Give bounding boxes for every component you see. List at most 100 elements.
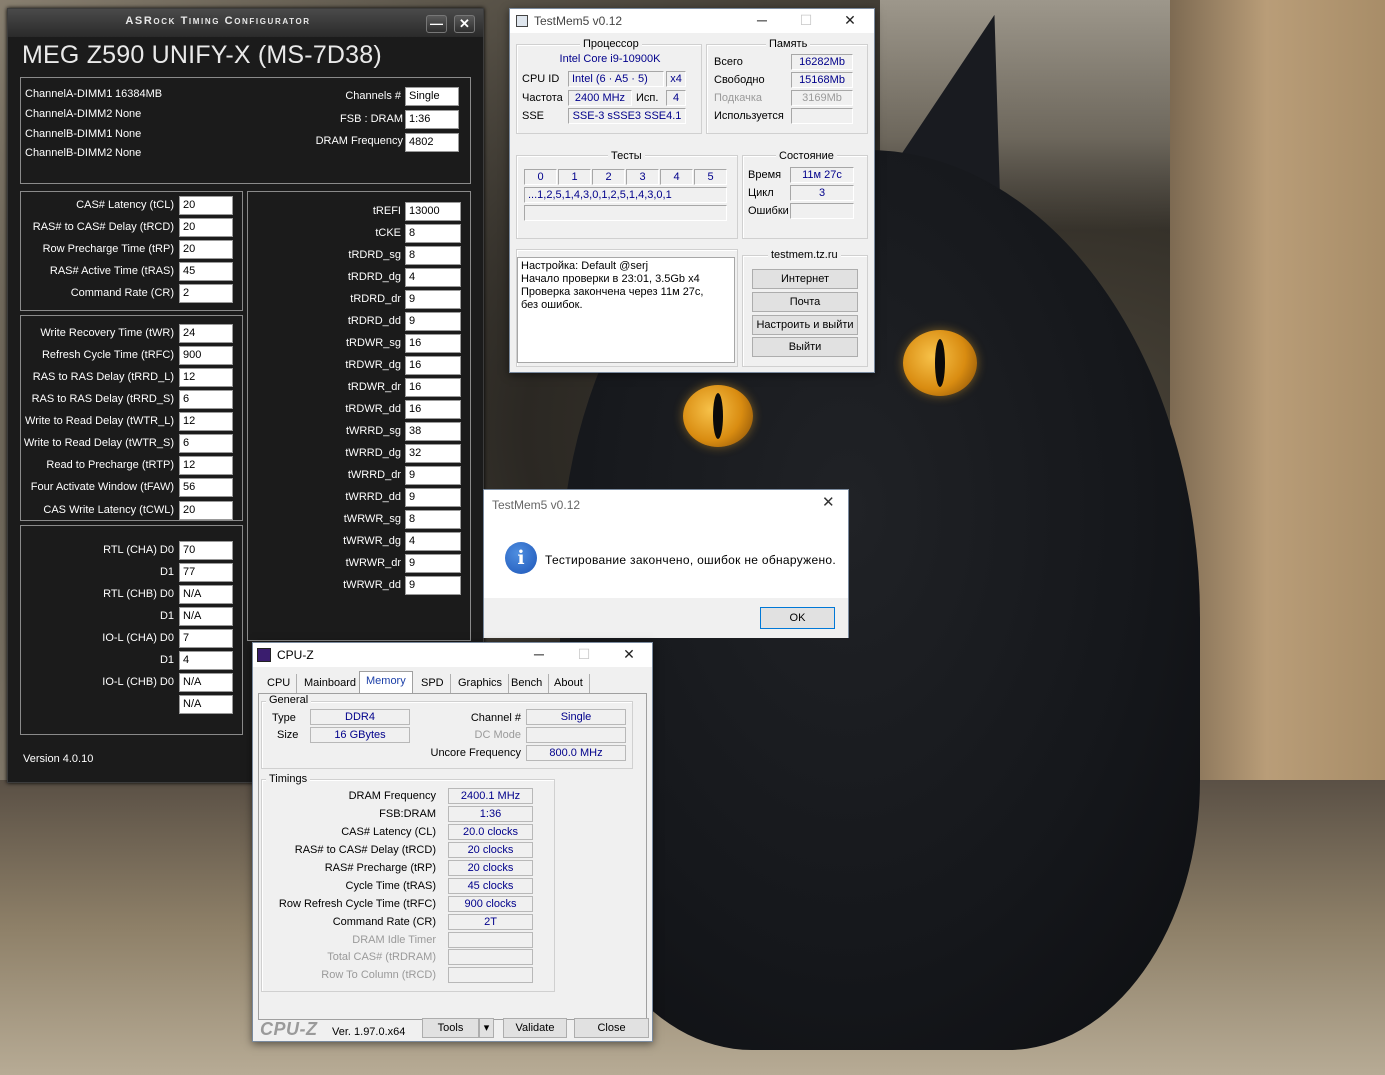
close-button[interactable]: ✕ — [454, 15, 475, 33]
used-memory-label: Используется — [714, 110, 784, 122]
minimize-icon[interactable]: ─ — [744, 9, 780, 33]
tab-memory[interactable]: Memory — [359, 671, 413, 694]
tools-dropdown-icon[interactable]: ▾ — [479, 1018, 494, 1038]
trp-field[interactable]: 20 — [179, 240, 233, 259]
minimize-button[interactable]: — — [426, 15, 447, 33]
twr-field[interactable]: 24 — [179, 324, 233, 343]
info-icon: i — [505, 542, 537, 574]
twrrd-dd-field[interactable]: 9 — [405, 488, 461, 507]
trdwr-dg-field[interactable]: 16 — [405, 356, 461, 375]
trdrd-dg-field[interactable]: 4 — [405, 268, 461, 287]
trrd-s-field[interactable]: 6 — [179, 390, 233, 409]
cycle-label: Цикл — [748, 187, 774, 199]
twtr-s-field[interactable]: 6 — [179, 434, 233, 453]
type-label: Type — [272, 712, 296, 724]
timing-label: DRAM Frequency — [348, 790, 436, 802]
twrrd-dr-field[interactable]: 9 — [405, 466, 461, 485]
trtp-field[interactable]: 12 — [179, 456, 233, 475]
exit-button[interactable]: Выйти — [752, 337, 858, 357]
dimm-info-panel: ChannelA-DIMM1 16384MB ChannelA-DIMM2 No… — [20, 77, 471, 184]
timing-label: RAS# to CAS# Delay (tRCD) — [294, 844, 436, 856]
close-icon[interactable]: ✕ — [611, 643, 647, 667]
trfc-field[interactable]: 900 — [179, 346, 233, 365]
close-icon[interactable]: ✕ — [822, 493, 835, 511]
rtl-label: D1 — [159, 610, 174, 622]
twrwr-dg-field[interactable]: 4 — [405, 532, 461, 551]
timing-label: Command Rate (CR) — [70, 287, 174, 299]
tab-spd[interactable]: SPD — [415, 674, 451, 693]
tfaw-field[interactable]: 56 — [179, 478, 233, 497]
trdwr-sg-field[interactable]: 16 — [405, 334, 461, 353]
frequency-label: Частота — [522, 92, 563, 104]
mail-button[interactable]: Почта — [752, 292, 858, 312]
primary-timings-panel: CAS# Latency (tCL) 20 RAS# to CAS# Delay… — [20, 191, 243, 311]
timing-label: CAS Write Latency (tCWL) — [43, 504, 174, 516]
tras-field[interactable]: 45 — [179, 262, 233, 281]
close-icon[interactable]: ✕ — [832, 9, 868, 33]
tm5-titlebar[interactable]: TestMem5 v0.12 ─ ☐ ✕ — [510, 9, 874, 33]
swap-field: 3169Mb — [791, 90, 853, 106]
tcke-field[interactable]: 8 — [405, 224, 461, 243]
internet-button[interactable]: Интернет — [752, 269, 858, 289]
log-textarea[interactable]: Настройка: Default @serj Начало проверки… — [517, 257, 735, 363]
tools-button[interactable]: Tools — [422, 1018, 479, 1038]
tcwl-field[interactable]: 20 — [179, 501, 233, 520]
twrwr-sg-field[interactable]: 8 — [405, 510, 461, 529]
tab-mainboard[interactable]: Mainboard — [298, 674, 363, 693]
rtl-chb-d0-field[interactable]: N/A — [179, 585, 233, 604]
tcl-field[interactable]: 20 — [179, 196, 233, 215]
rtl-chb-d1-field[interactable]: N/A — [179, 607, 233, 626]
fsb-label: FSB : DRAM — [340, 113, 403, 125]
channels-field[interactable]: Single — [405, 87, 459, 106]
close-button[interactable]: Close — [574, 1018, 649, 1038]
timing-label: RAS# Precharge (tRP) — [324, 862, 436, 874]
tab-about[interactable]: About — [548, 674, 590, 693]
test-col: 4 — [660, 169, 693, 185]
twrrd-sg-field[interactable]: 38 — [405, 422, 461, 441]
iol-chb-d1-field[interactable]: N/A — [179, 695, 233, 714]
dram-frequency-field[interactable]: 4802 — [405, 133, 459, 152]
cpuz-titlebar[interactable]: CPU-Z ─ ☐ ✕ — [253, 643, 652, 667]
timing-label: CAS# Latency (CL) — [341, 826, 436, 838]
tab-bench[interactable]: Bench — [505, 674, 550, 693]
iol-cha-d1-field[interactable]: 4 — [179, 651, 233, 670]
timing-label: tWRRD_dd — [345, 491, 401, 503]
trdrd-dr-field[interactable]: 9 — [405, 290, 461, 309]
twrwr-dr-field[interactable]: 9 — [405, 554, 461, 573]
asrock-titlebar[interactable]: ASRock Timing Configurator — ✕ — [8, 9, 483, 37]
timing-label: tWRWR_dr — [345, 557, 401, 569]
dimm-slot-value: None — [115, 128, 142, 140]
tab-cpu[interactable]: CPU — [261, 674, 298, 693]
iol-chb-d0-field[interactable]: N/A — [179, 673, 233, 692]
trefi-field[interactable]: 13000 — [405, 202, 461, 221]
configure-exit-button[interactable]: Настроить и выйти — [752, 315, 858, 335]
validate-button[interactable]: Validate — [503, 1018, 567, 1038]
twrwr-dd-field[interactable]: 9 — [405, 576, 461, 595]
rtl-label: RTL (CHA) D0 — [103, 544, 174, 556]
cr-field[interactable]: 2 — [179, 284, 233, 303]
uncore-frequency-field: 800.0 MHz — [526, 745, 626, 761]
total-memory-field: 16282Mb — [791, 54, 853, 70]
cat-eye-left — [683, 385, 753, 447]
trdwr-dr-field[interactable]: 16 — [405, 378, 461, 397]
row-to-column-field — [448, 967, 533, 983]
ok-button[interactable]: OK — [760, 607, 835, 629]
trdrd-dd-field[interactable]: 9 — [405, 312, 461, 331]
twrrd-dg-field[interactable]: 32 — [405, 444, 461, 463]
fsb-field[interactable]: 1:36 — [405, 110, 459, 129]
log-line: Настройка: Default @serj — [521, 260, 649, 272]
tab-graphics[interactable]: Graphics — [452, 674, 510, 693]
rtl-cha-d0-field[interactable]: 70 — [179, 541, 233, 560]
trdrd-sg-field[interactable]: 8 — [405, 246, 461, 265]
twtr-l-field[interactable]: 12 — [179, 412, 233, 431]
rtl-cha-d1-field[interactable]: 77 — [179, 563, 233, 582]
trdwr-dd-field[interactable]: 16 — [405, 400, 461, 419]
iol-label: IO-L (CHB) D0 — [102, 676, 174, 688]
total-cas-field — [448, 949, 533, 965]
timing-label: tRDWR_dr — [347, 381, 401, 393]
iol-cha-d0-field[interactable]: 7 — [179, 629, 233, 648]
trcd-field[interactable]: 20 — [179, 218, 233, 237]
site-group-label: testmem.tz.ru — [768, 249, 841, 261]
minimize-icon[interactable]: ─ — [521, 643, 557, 667]
trrd-l-field[interactable]: 12 — [179, 368, 233, 387]
